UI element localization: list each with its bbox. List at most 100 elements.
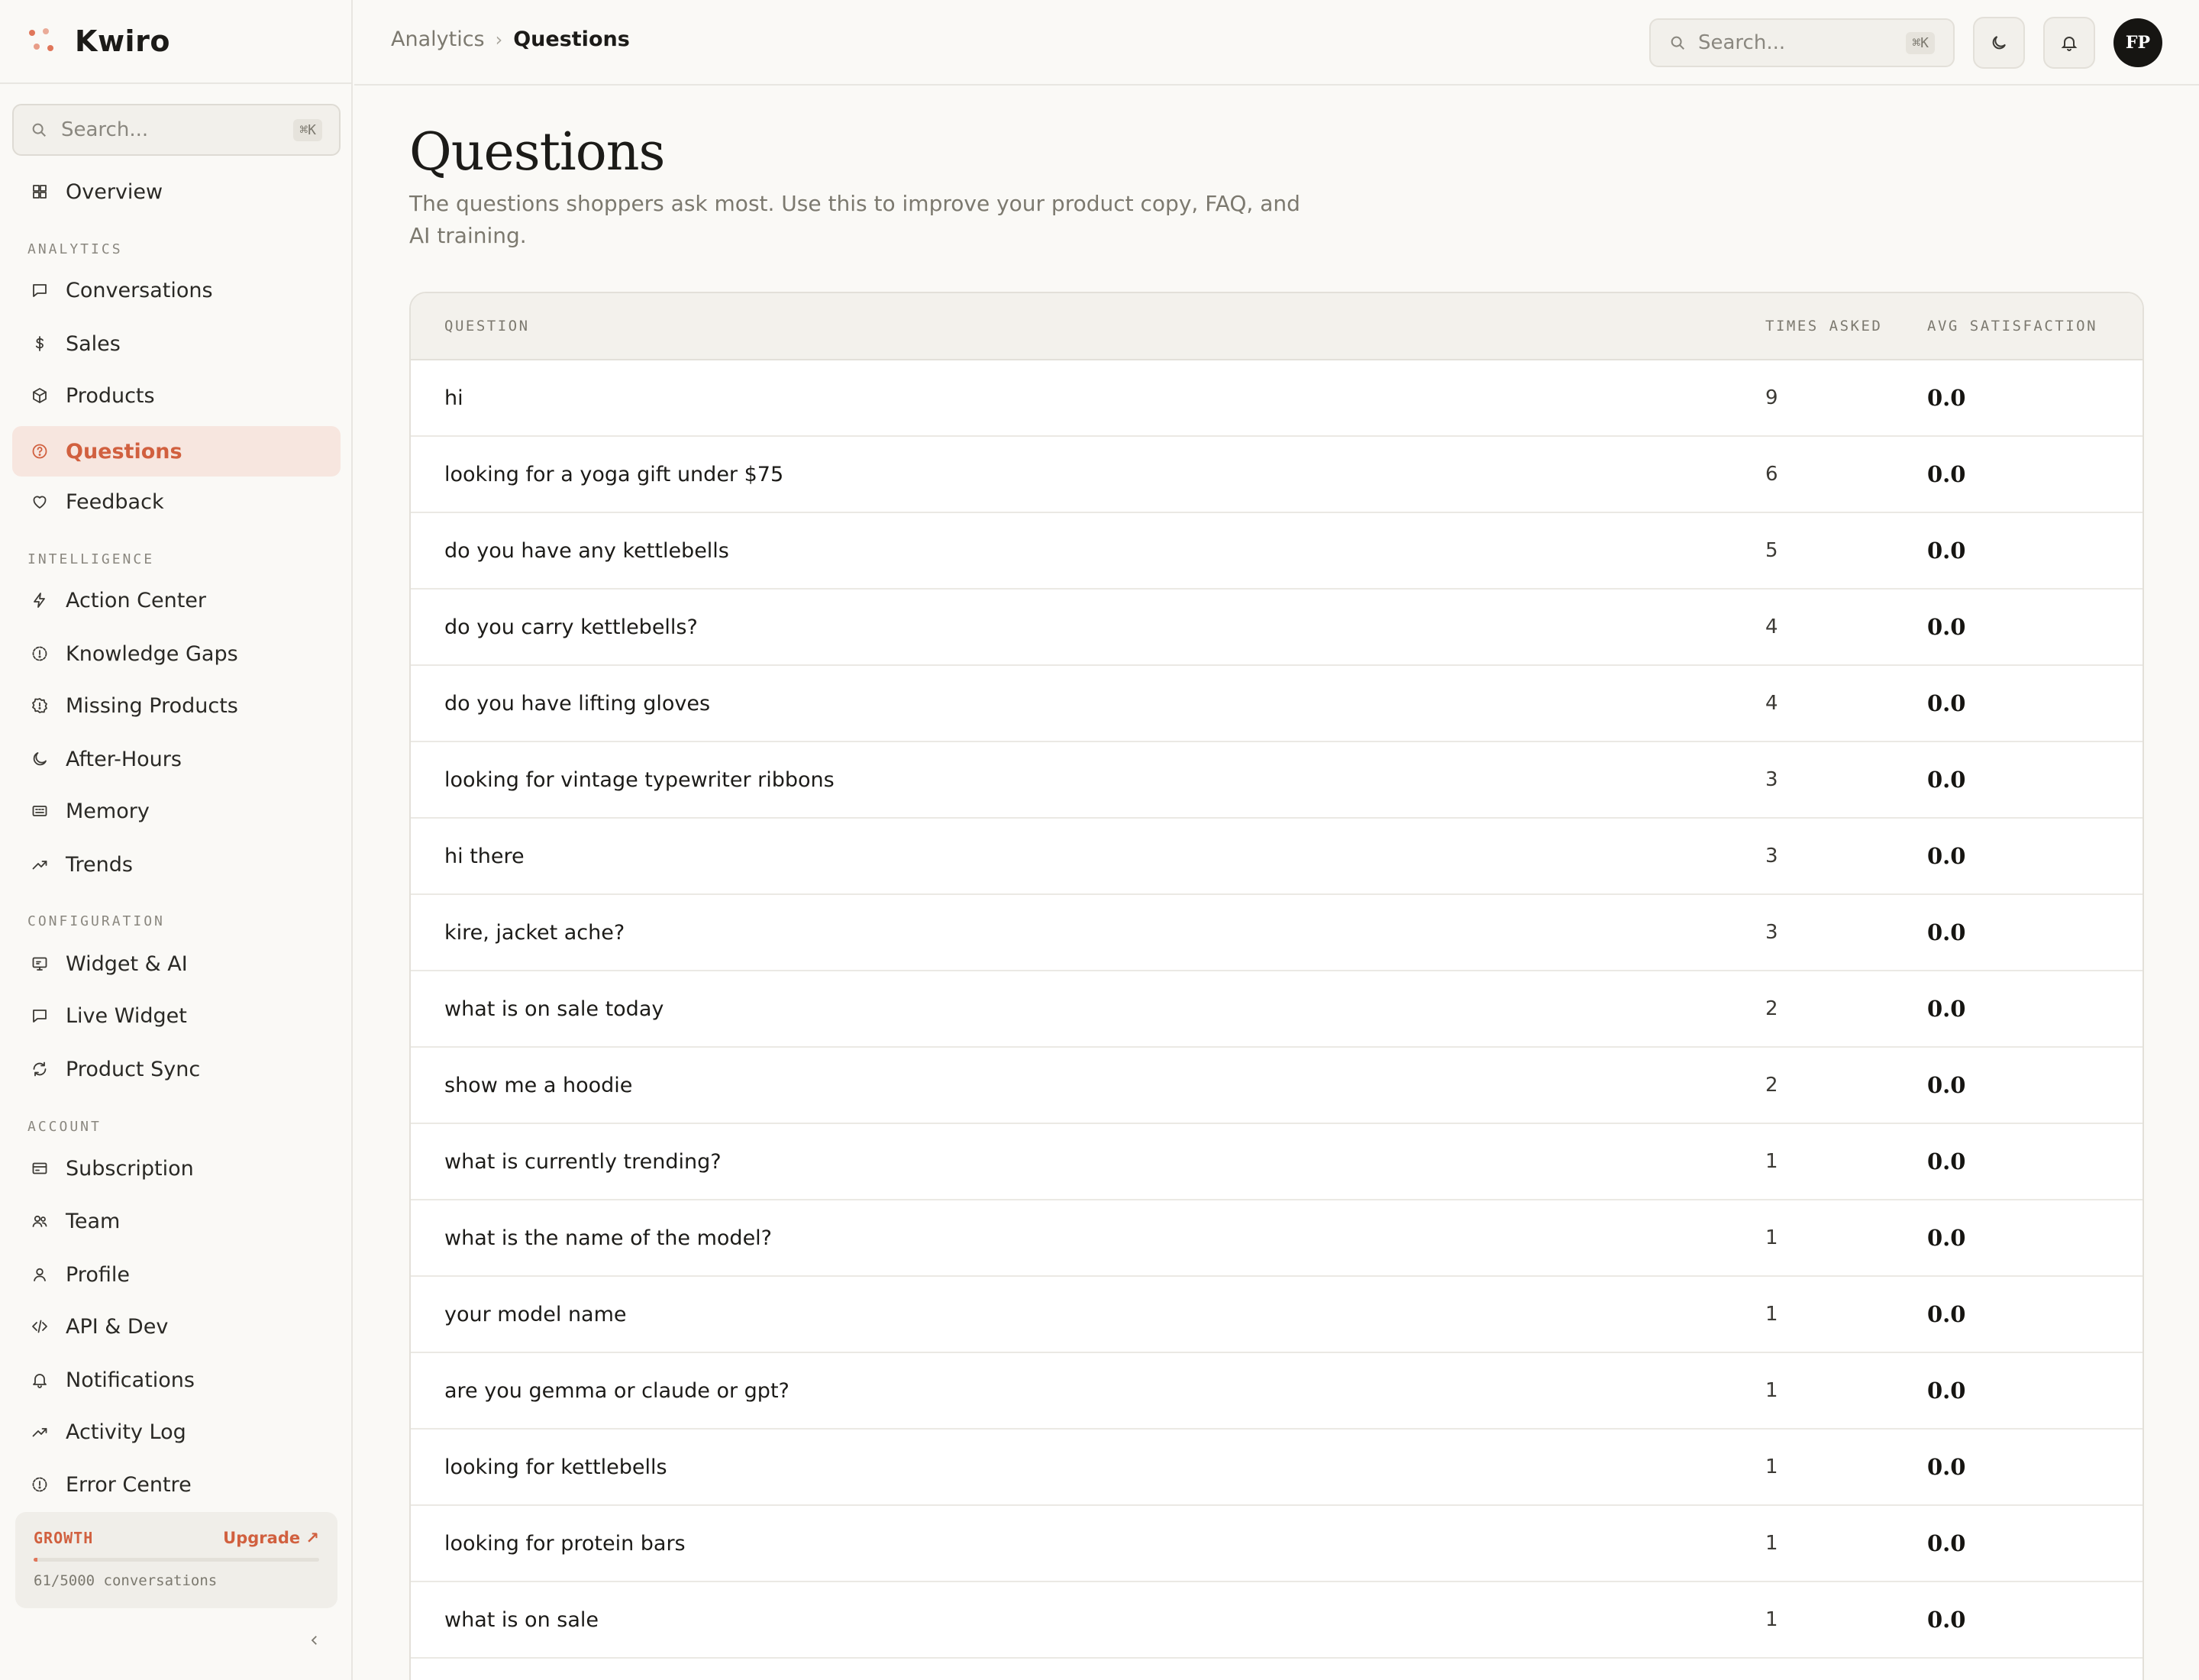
sidebar-item-action-center[interactable]: Action Center xyxy=(12,575,341,625)
table-row[interactable]: looking for kettlebells 1 0.0 xyxy=(411,1430,2142,1506)
breadcrumb-parent[interactable]: Analytics xyxy=(391,27,485,51)
sidebar-item-knowledge-gaps[interactable]: Knowledge Gaps xyxy=(12,628,341,679)
table-row[interactable]: what is on sale today 2 0.0 xyxy=(411,971,2142,1048)
sidebar-item-memory[interactable]: Memory xyxy=(12,786,341,836)
sidebar-item-conversations[interactable]: Conversations xyxy=(12,265,341,315)
shortcut-hint: ⌘K xyxy=(293,118,322,141)
sidebar-item-questions[interactable]: Questions xyxy=(12,426,341,477)
question-cell: are you gemma or claude or gpt? xyxy=(444,1378,790,1403)
question-cell: looking for vintage typewriter ribbons xyxy=(444,767,835,792)
sidebar-item-subscription[interactable]: Subscription xyxy=(12,1143,341,1194)
question-cell: hi xyxy=(444,386,463,410)
times-asked-cell: 2 xyxy=(1765,1074,1778,1097)
times-asked-cell: 1 xyxy=(1765,1226,1778,1249)
table-row[interactable]: looking for protein bars 1 0.0 xyxy=(411,1506,2142,1582)
sidebar-item-widget-and-ai[interactable]: Widget & AI xyxy=(12,939,341,989)
question-cell: looking for kettlebells xyxy=(444,1455,667,1479)
sidebar-item-after-hours[interactable]: After-Hours xyxy=(12,734,341,784)
brand-name: Kwiro xyxy=(75,24,170,58)
usage-progress-fill xyxy=(34,1558,37,1562)
sidebar-item-live-widget[interactable]: Live Widget xyxy=(12,990,341,1041)
chat-icon xyxy=(29,279,50,301)
sidebar-item-label: After-Hours xyxy=(66,747,182,771)
usage-progress-bar xyxy=(34,1558,319,1562)
logo-icon xyxy=(29,28,55,54)
table-row[interactable]: what is currently trending? 1 0.0 xyxy=(411,1124,2142,1200)
column-header-question[interactable]: QUESTION xyxy=(444,318,530,334)
sidebar-item-team[interactable]: Team xyxy=(12,1196,341,1246)
table-row[interactable]: do you carry kettlebells? 4 0.0 xyxy=(411,590,2142,666)
table-row[interactable]: are you gemma or claude or gpt? 1 0.0 xyxy=(411,1353,2142,1430)
times-asked-cell: 3 xyxy=(1765,845,1778,867)
notifications-button[interactable] xyxy=(2043,17,2095,69)
question-cell: what is on sale today xyxy=(444,997,664,1021)
sidebar-item-sales[interactable]: Sales xyxy=(12,318,341,369)
question-cell: do you have lifting gloves xyxy=(444,691,711,716)
theme-toggle-button[interactable] xyxy=(1973,17,2025,69)
topbar: Analytics › Questions Search... ⌘K FP xyxy=(354,0,2199,86)
avg-satisfaction-cell: 0.0 xyxy=(1927,1301,1966,1327)
alert-badge-icon xyxy=(29,695,50,716)
table-row[interactable]: your model name 1 0.0 xyxy=(411,1277,2142,1353)
sidebar-item-label: Missing Products xyxy=(66,693,238,718)
sidebar-item-label: Widget & AI xyxy=(66,951,188,976)
upgrade-link[interactable]: Upgrade ↗ xyxy=(223,1529,319,1547)
global-search-placeholder: Search... xyxy=(1698,31,1786,54)
table-row[interactable]: looking for a yoga gift under $75 6 0.0 xyxy=(411,437,2142,513)
sidebar-search-input[interactable]: Search... ⌘K xyxy=(12,104,341,156)
sidebar-item-label: Team xyxy=(66,1209,121,1233)
sidebar-item-product-sync[interactable]: Product Sync xyxy=(12,1044,341,1094)
table-row[interactable]: do you have lifting gloves 4 0.0 xyxy=(411,666,2142,742)
table-row[interactable]: show me a hoodie 2 0.0 xyxy=(411,1048,2142,1124)
question-cell: do you have any kettlebells xyxy=(444,538,729,563)
sidebar-item-overview[interactable]: Overview xyxy=(12,166,341,217)
avatar[interactable]: FP xyxy=(2113,18,2162,67)
column-header-times-asked[interactable]: TIMES ASKED xyxy=(1765,318,1882,334)
times-asked-cell: 4 xyxy=(1765,692,1778,715)
global-search-input[interactable]: Search... ⌘K xyxy=(1649,18,1955,67)
search-icon xyxy=(1671,36,1684,50)
usage-text: 61/5000 conversations xyxy=(34,1572,218,1589)
table-row[interactable]: looking for vintage typewriter ribbons 3 0… xyxy=(411,742,2142,819)
search-icon xyxy=(32,123,46,137)
sidebar-item-activity-log[interactable]: Activity Log xyxy=(12,1407,341,1457)
avg-satisfaction-cell: 0.0 xyxy=(1927,461,1966,487)
sidebar-item-products[interactable]: Products xyxy=(12,370,341,421)
sidebar-item-feedback[interactable]: Feedback xyxy=(12,477,341,527)
plan-card: GROWTH Upgrade ↗ 61/5000 conversations xyxy=(15,1512,337,1608)
section-label-analytics: ANALYTICS xyxy=(27,241,123,257)
sidebar-item-notifications[interactable]: Notifications xyxy=(12,1355,341,1405)
question-cell: hi there xyxy=(444,844,525,868)
heart-icon xyxy=(29,491,50,512)
column-header-avg-satisfaction[interactable]: AVG SATISFACTION xyxy=(1927,318,2097,334)
question-cell: show me a hoodie xyxy=(444,1073,633,1097)
users-icon xyxy=(29,1210,50,1232)
table-row[interactable]: what is the name of the model? 1 0.0 xyxy=(411,1200,2142,1277)
sidebar-item-profile[interactable]: Profile xyxy=(12,1249,341,1300)
section-label-configuration: CONFIGURATION xyxy=(27,913,165,929)
table-row[interactable]: do you have any kettlebells 5 0.0 xyxy=(411,513,2142,590)
sidebar-item-api-and-dev[interactable]: API & Dev xyxy=(12,1301,341,1352)
trend-icon xyxy=(29,854,50,875)
section-label-intelligence: INTELLIGENCE xyxy=(27,551,155,567)
avg-satisfaction-cell: 0.0 xyxy=(1927,1607,1966,1633)
times-asked-cell: 6 xyxy=(1765,463,1778,486)
sidebar-item-missing-products[interactable]: Missing Products xyxy=(12,680,341,731)
sidebar-item-label: Live Widget xyxy=(66,1003,187,1028)
times-asked-cell: 1 xyxy=(1765,1455,1778,1478)
brand[interactable]: Kwiro xyxy=(0,0,351,84)
table-row[interactable]: hi there 3 0.0 xyxy=(411,819,2142,895)
sidebar-item-trends[interactable]: Trends xyxy=(12,839,341,890)
table-row[interactable]: hi 9 0.0 xyxy=(411,360,2142,437)
breadcrumb-separator: › xyxy=(495,28,503,50)
collapse-sidebar-button[interactable] xyxy=(304,1630,325,1651)
times-asked-cell: 1 xyxy=(1765,1303,1778,1326)
times-asked-cell: 3 xyxy=(1765,768,1778,791)
sidebar-item-error-centre[interactable]: Error Centre xyxy=(12,1459,341,1510)
avg-satisfaction-cell: 0.0 xyxy=(1927,1225,1966,1251)
times-asked-cell: 1 xyxy=(1765,1608,1778,1631)
times-asked-cell: 4 xyxy=(1765,615,1778,638)
avg-satisfaction-cell: 0.0 xyxy=(1927,843,1966,869)
table-row[interactable]: kire, jacket ache? 3 0.0 xyxy=(411,895,2142,971)
table-row[interactable]: what is on sale 1 0.0 xyxy=(411,1582,2142,1659)
